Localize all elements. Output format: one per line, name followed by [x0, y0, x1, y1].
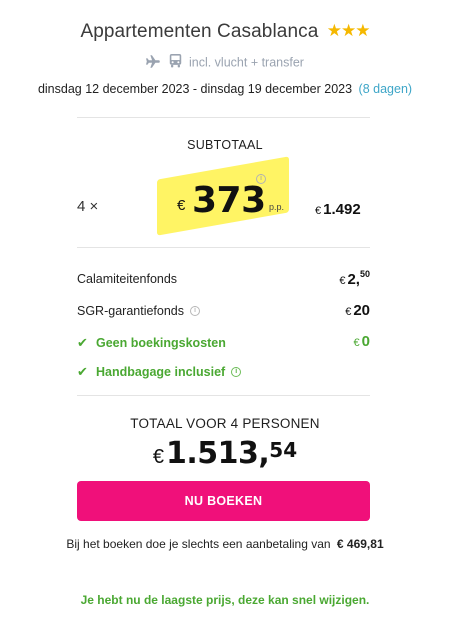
cost-label: Geen boekingskosten — [96, 336, 226, 350]
price-amount: 373 — [192, 180, 266, 221]
cost-row-geen-boekingskosten: ✔ Geen boekingskosten €0 — [77, 333, 370, 351]
cost-row-handbagage-inclusief: ✔ Handbagage inclusief i — [77, 364, 370, 380]
person-quantity: 4 × — [77, 198, 99, 215]
cost-row-calamiteitenfonds: Calamiteitenfonds €2,50 — [77, 269, 370, 288]
date-range: dinsdag 12 december 2023 - dinsdag 19 de… — [37, 82, 353, 96]
divider — [77, 395, 370, 396]
cost-amount: 20 — [353, 302, 370, 319]
total-amount: €1.513,54 — [0, 436, 450, 471]
hotel-name: Appartementen Casablanca — [80, 21, 319, 42]
total-cents: 54 — [269, 438, 298, 462]
total-currency: € — [152, 446, 164, 468]
cost-label: SGR-garantiefonds — [77, 304, 185, 318]
cost-value: €20 — [345, 302, 370, 319]
info-icon[interactable]: i — [190, 305, 201, 316]
subtotal-amount: €1.492 — [315, 201, 361, 218]
total-value: 1.513, — [165, 436, 270, 471]
cost-amount: 2, — [347, 271, 360, 288]
deposit-amount: € 469,81 — [336, 537, 384, 551]
cost-currency: € — [339, 275, 346, 287]
airplane-icon — [146, 54, 161, 71]
subtotal-heading: SUBTOTAAL — [187, 138, 263, 152]
total-heading: TOTAAL VOOR 4 PERSONEN — [130, 416, 320, 431]
cost-amount: 0 — [361, 333, 370, 350]
deposit-text: Bij het boeken doe je slechts een aanbet… — [66, 537, 331, 551]
info-icon[interactable]: i — [231, 366, 242, 377]
price-per-person: € 373 p.p. i — [175, 174, 295, 226]
transport-text: incl. vlucht + transfer — [188, 55, 304, 70]
deposit-info: Bij het boeken doe je slechts een aanbet… — [0, 537, 450, 551]
bus-icon — [169, 54, 182, 71]
checkmark-icon: ✔ — [77, 335, 88, 350]
book-now-button[interactable]: NU BOEKEN — [77, 481, 370, 521]
price-currency: € — [177, 197, 186, 214]
divider — [77, 117, 370, 118]
cost-value: €0 — [354, 333, 370, 350]
subtotal-total: 1.492 — [323, 201, 361, 218]
travel-dates: dinsdag 12 december 2023 - dinsdag 19 de… — [0, 82, 450, 96]
cost-value: €2,50 — [339, 269, 370, 288]
star-rating-icon: ★★★ — [326, 21, 371, 40]
cost-row-sgr-garantiefonds: SGR-garantiefonds i €20 — [77, 302, 370, 319]
divider — [77, 247, 370, 248]
duration-days: (8 dagen) — [358, 82, 413, 96]
cost-label: Handbagage inclusief — [96, 365, 226, 379]
transport-info: incl. vlucht + transfer — [0, 54, 450, 71]
cost-label: Calamiteitenfonds — [77, 272, 178, 286]
subtotal-currency: € — [315, 205, 322, 217]
per-person-suffix: p.p. — [269, 202, 285, 212]
price-info-icon[interactable]: i — [256, 174, 266, 184]
cost-cents: 50 — [359, 269, 370, 279]
checkmark-icon: ✔ — [77, 364, 88, 379]
lowest-price-notice: Je hebt nu de laagste prijs, deze kan sn… — [80, 593, 370, 607]
cost-currency: € — [345, 306, 352, 318]
cost-currency: € — [353, 337, 360, 349]
hotel-title: Appartementen Casablanca ★★★ — [0, 21, 450, 43]
